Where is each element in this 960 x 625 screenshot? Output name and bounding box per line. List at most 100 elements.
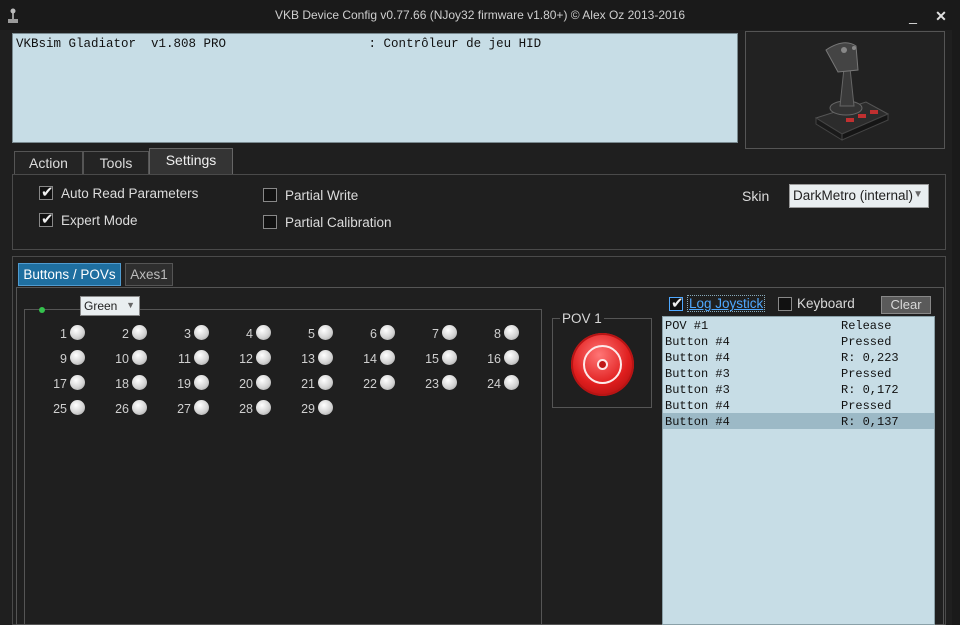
auto-read-checkbox[interactable]	[39, 183, 54, 201]
button-indicator-18: 18	[107, 375, 147, 393]
button-led-icon	[504, 375, 519, 390]
chevron-down-icon: ▼	[126, 300, 135, 310]
keyboard-label[interactable]: Keyboard	[797, 296, 855, 311]
led-color-select[interactable]: Green ▼	[80, 296, 140, 316]
button-indicator-10: 10	[107, 350, 147, 368]
log-event-value: R: 0,223	[841, 351, 899, 365]
button-led-icon	[132, 325, 147, 340]
log-event-name: Button #4	[665, 399, 730, 413]
log-event-name: Button #4	[665, 335, 730, 349]
button-number: 5	[308, 327, 315, 341]
button-indicator-25: 25	[45, 400, 85, 418]
button-number: 29	[301, 402, 315, 416]
button-number: 21	[301, 377, 315, 391]
button-number: 4	[246, 327, 253, 341]
log-joystick-label[interactable]: Log Joystick	[686, 295, 766, 312]
event-log[interactable]: POV #1 Release Button #4 Pressed Button #4…	[662, 316, 935, 625]
button-indicator-5: 5	[293, 325, 333, 343]
button-led-icon	[132, 350, 147, 365]
log-event-value: Pressed	[841, 367, 892, 381]
skin-select[interactable]: DarkMetro (internal) ▼	[789, 184, 929, 208]
log-event-value: Pressed	[841, 335, 892, 349]
button-indicator-6: 6	[355, 325, 395, 343]
button-indicator-13: 13	[293, 350, 333, 368]
button-indicator-19: 19	[169, 375, 209, 393]
tab-settings[interactable]: Settings	[149, 148, 233, 175]
button-number: 16	[487, 352, 501, 366]
log-event-name: POV #1	[665, 319, 709, 333]
button-led-icon	[380, 350, 395, 365]
button-number: 13	[301, 352, 315, 366]
button-number: 19	[177, 377, 191, 391]
button-led-icon	[194, 375, 209, 390]
log-row[interactable]: Button #3 R: 0,172	[663, 381, 934, 397]
auto-read-label[interactable]: Auto Read Parameters	[61, 186, 198, 201]
button-number: 24	[487, 377, 501, 391]
title-bar: VKB Device Config v0.77.66 (NJoy32 firmw…	[0, 0, 960, 30]
device-list-item[interactable]: VKBsim Gladiator v1.808 PRO : Contrôleur…	[13, 34, 737, 51]
log-row[interactable]: POV #1 Release	[663, 317, 934, 333]
button-led-icon	[318, 325, 333, 340]
tab-tools[interactable]: Tools	[83, 151, 149, 175]
button-led-icon	[380, 325, 395, 340]
expert-mode-label[interactable]: Expert Mode	[61, 213, 138, 228]
button-number: 3	[184, 327, 191, 341]
button-led-icon	[442, 375, 457, 390]
button-led-icon	[256, 325, 271, 340]
minimize-button[interactable]: _	[902, 6, 924, 26]
log-row-selected[interactable]: Button #4 R: 0,137	[663, 413, 934, 429]
button-led-icon	[318, 400, 333, 415]
button-led-icon	[380, 375, 395, 390]
log-row[interactable]: Button #4 R: 0,223	[663, 349, 934, 365]
button-number: 8	[494, 327, 501, 341]
button-led-icon	[442, 325, 457, 340]
button-indicator-28: 28	[231, 400, 271, 418]
button-indicator-27: 27	[169, 400, 209, 418]
button-indicator-11: 11	[169, 350, 209, 368]
button-number: 18	[115, 377, 129, 391]
button-indicator-20: 20	[231, 375, 271, 393]
button-indicator-14: 14	[355, 350, 395, 368]
button-number: 7	[432, 327, 439, 341]
tab-axes1[interactable]: Axes1	[125, 263, 173, 286]
button-number: 23	[425, 377, 439, 391]
button-led-icon	[504, 350, 519, 365]
button-led-icon	[194, 400, 209, 415]
status-led	[39, 307, 45, 313]
button-indicator-26: 26	[107, 400, 147, 418]
button-number: 27	[177, 402, 191, 416]
close-button[interactable]: ✕	[930, 6, 952, 26]
tab-buttons-povs[interactable]: Buttons / POVs	[18, 263, 121, 286]
button-number: 1	[60, 327, 67, 341]
joystick-image	[814, 42, 890, 141]
button-led-icon	[70, 325, 85, 340]
button-led-icon	[256, 400, 271, 415]
button-number: 6	[370, 327, 377, 341]
tab-action[interactable]: Action	[14, 151, 83, 175]
clear-button[interactable]: Clear	[881, 296, 931, 314]
log-event-value: R: 0,137	[841, 415, 899, 429]
button-grid-frame	[24, 309, 542, 625]
button-number: 25	[53, 402, 67, 416]
partial-write-checkbox[interactable]	[263, 188, 277, 202]
button-indicator-12: 12	[231, 350, 271, 368]
log-row[interactable]: Button #4 Pressed	[663, 397, 934, 413]
device-list[interactable]: VKBsim Gladiator v1.808 PRO : Contrôleur…	[12, 33, 738, 143]
button-indicator-2: 2	[107, 325, 147, 343]
button-number: 11	[178, 352, 191, 366]
log-joystick-checkbox[interactable]	[669, 294, 684, 312]
led-color-value: Green	[84, 299, 118, 313]
button-led-icon	[504, 325, 519, 340]
partial-calibration-label[interactable]: Partial Calibration	[285, 215, 392, 230]
keyboard-checkbox[interactable]	[778, 297, 792, 311]
log-event-value: R: 0,172	[841, 383, 899, 397]
expert-mode-checkbox[interactable]	[39, 210, 54, 228]
partial-write-label[interactable]: Partial Write	[285, 188, 358, 203]
button-number: 28	[239, 402, 253, 416]
log-row[interactable]: Button #3 Pressed	[663, 365, 934, 381]
device-image	[745, 31, 945, 149]
button-indicator-29: 29	[293, 400, 333, 418]
log-row[interactable]: Button #4 Pressed	[663, 333, 934, 349]
partial-calibration-checkbox[interactable]	[263, 215, 277, 229]
button-led-icon	[318, 375, 333, 390]
